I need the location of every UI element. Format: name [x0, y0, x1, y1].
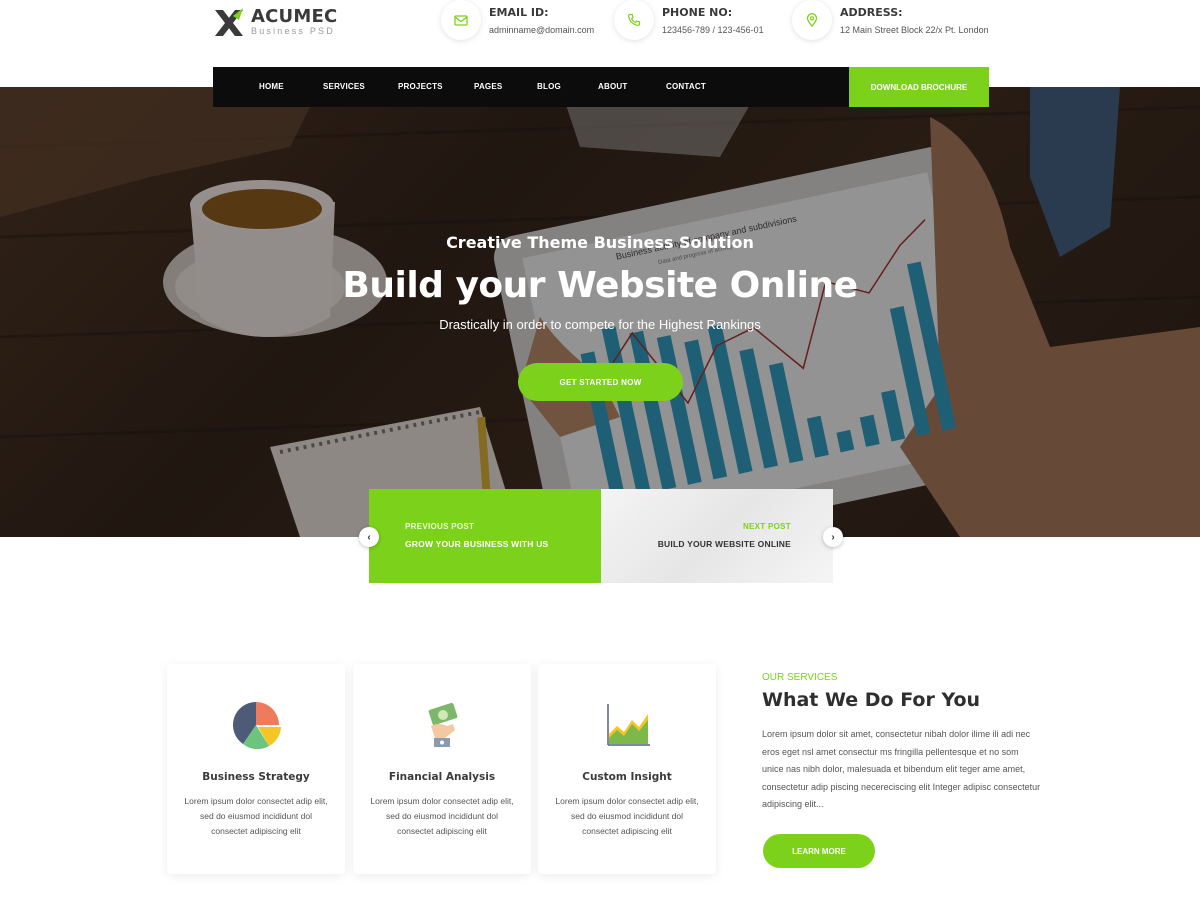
area-chart-icon — [607, 704, 650, 746]
nav-contact[interactable]: CONTACT — [666, 82, 706, 91]
nav-home[interactable]: HOME — [259, 82, 284, 91]
previous-post-link[interactable]: PREVIOUS POST GROW YOUR BUSINESS WITH US… — [359, 489, 601, 583]
nav-pages[interactable]: PAGES — [474, 82, 502, 91]
service-card-text: Lorem ipsum dolor consectet adip elit, s… — [555, 796, 699, 836]
learn-more-button[interactable]: LEARN MORE — [763, 834, 875, 868]
phone-icon — [614, 0, 654, 40]
previous-post-title: GROW YOUR BUSINESS WITH US — [405, 539, 549, 549]
service-card-financial-analysis[interactable]: Financial Analysis Lorem ipsum dolor con… — [353, 664, 531, 874]
service-card-custom-insight[interactable]: Custom Insight Lorem ipsum dolor consect… — [538, 664, 716, 874]
contact-email: EMAIL ID: adminname@domain.com — [441, 0, 594, 40]
location-pin-icon — [792, 0, 832, 40]
nav-blog[interactable]: BLOG — [537, 82, 561, 91]
envelope-icon — [441, 0, 481, 40]
service-card-title: Financial Analysis — [388, 771, 496, 783]
brand-logo[interactable]: ACUMEC Business PSD — [213, 6, 337, 38]
contact-email-value[interactable]: adminname@domain.com — [489, 25, 594, 35]
hero-title: Build your Website Online — [342, 265, 858, 306]
nav-projects[interactable]: PROJECTS — [398, 82, 443, 91]
service-card-title: Business Strategy — [202, 771, 310, 783]
hero-subtitle: Drastically in order to compete for the … — [439, 317, 761, 332]
next-post-title: BUILD YOUR WEBSITE ONLINE — [657, 539, 791, 549]
service-card-text: Lorem ipsum dolor consectet adip elit, s… — [184, 796, 328, 836]
download-brochure-button[interactable]: DOWNLOAD BROCHURE — [849, 67, 989, 107]
hero-overlay — [0, 87, 1200, 537]
services-title: What We Do For You — [762, 689, 981, 711]
contact-phone: PHONE NO: 123456-789 / 123-456-01 — [614, 0, 764, 40]
logo-mark-icon — [215, 8, 243, 36]
hero-section: Business activity of company and subdivi… — [0, 87, 1200, 537]
pie-chart-icon — [232, 702, 281, 750]
contact-address-value: 12 Main Street Block 22/x Pt. London — [840, 25, 989, 35]
previous-post-label: PREVIOUS POST — [405, 522, 475, 531]
next-post-label: NEXT POST — [742, 522, 791, 531]
next-post-link[interactable]: NEXT POST BUILD YOUR WEBSITE ONLINE › — [601, 489, 843, 583]
nav-services[interactable]: SERVICES — [323, 82, 365, 91]
brand-name: ACUMEC — [251, 5, 338, 27]
chevron-right-icon[interactable]: › — [823, 527, 843, 547]
services-body: Lorem ipsum dolor sit amet, consectetur … — [762, 729, 1041, 809]
contact-phone-value[interactable]: 123456-789 / 123-456-01 — [662, 25, 764, 35]
contact-address-title: ADDRESS: — [840, 6, 903, 19]
contact-email-title: EMAIL ID: — [489, 6, 549, 19]
chevron-left-icon[interactable]: ‹ — [359, 527, 379, 547]
service-card-text: Lorem ipsum dolor consectet adip elit, s… — [370, 796, 514, 836]
nav-about[interactable]: ABOUT — [598, 82, 627, 91]
get-started-button[interactable]: GET STARTED NOW — [518, 363, 683, 401]
money-hand-icon — [428, 702, 458, 747]
hero-kicker: Creative Theme Business Solution — [446, 233, 754, 252]
services-kicker: OUR SERVICES — [762, 672, 838, 683]
service-card-business-strategy[interactable]: Business Strategy Lorem ipsum dolor cons… — [167, 664, 345, 874]
main-nav: HOME SERVICES PROJECTS PAGES BLOG ABOUT … — [213, 67, 989, 107]
brand-tagline: Business PSD — [251, 25, 335, 36]
contact-phone-title: PHONE NO: — [662, 6, 733, 19]
service-card-title: Custom Insight — [582, 771, 672, 783]
contact-address: ADDRESS: 12 Main Street Block 22/x Pt. L… — [792, 0, 989, 40]
post-navigation: PREVIOUS POST GROW YOUR BUSINESS WITH US… — [359, 489, 843, 583]
